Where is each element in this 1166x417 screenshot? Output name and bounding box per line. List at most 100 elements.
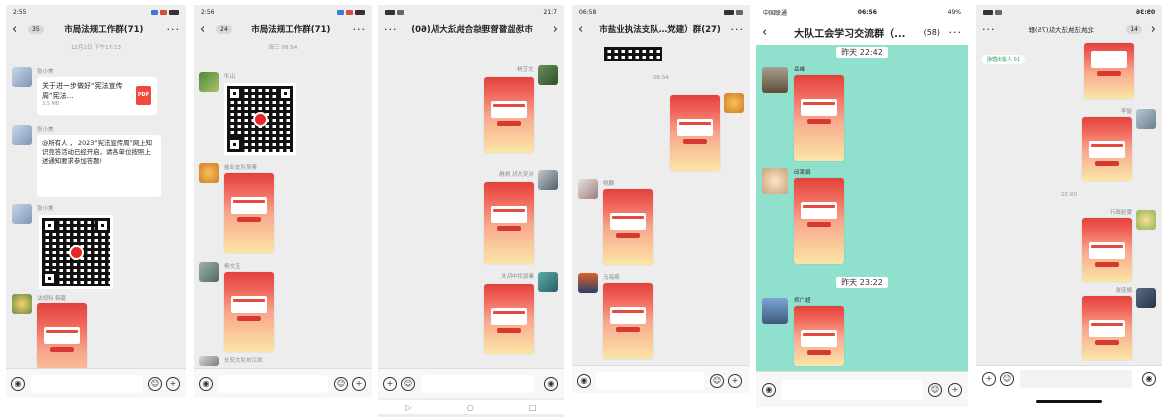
message-input[interactable]: [596, 372, 704, 390]
timestamp: 昨天 23:22: [836, 277, 888, 288]
plus-icon[interactable]: +: [982, 372, 996, 386]
back-arrow-icon[interactable]: ‹: [762, 25, 776, 40]
avatar[interactable]: [578, 179, 598, 199]
avatar[interactable]: [199, 356, 219, 366]
avatar[interactable]: [1136, 288, 1156, 308]
sender-name: 行政赵雯: [1109, 210, 1132, 216]
plus-icon[interactable]: +: [166, 377, 180, 391]
home-circle-icon[interactable]: ○: [467, 403, 474, 412]
emoji-icon[interactable]: ☺: [148, 377, 162, 391]
back-triangle-icon[interactable]: ▷: [406, 403, 412, 412]
avatar[interactable]: [199, 163, 219, 183]
back-arrow-icon[interactable]: ‹: [12, 22, 26, 37]
emoji-icon[interactable]: ☺: [401, 377, 415, 391]
plus-icon[interactable]: +: [728, 374, 742, 388]
chat-panel-2: 2:56 ‹ 24 市局法规工作群(71) ··· 周三 08:54 牛山 盐业…: [194, 5, 372, 398]
message-input[interactable]: [422, 375, 534, 393]
emoji-icon[interactable]: ☺: [928, 383, 942, 397]
sender-name: 邱莱娟: [794, 170, 811, 176]
sender-name: 张佳娟: [1115, 288, 1132, 294]
text-message[interactable]: @所有人 ， 2023“宪法宣传周”网上知识竞答活动已经开启，请各单位按照上述通…: [37, 135, 161, 197]
sender-name: 法规科 韩夏: [37, 296, 67, 302]
quiz-card-image[interactable]: [484, 284, 534, 354]
more-menu-icon[interactable]: ···: [728, 23, 744, 36]
more-menu-icon[interactable]: ···: [350, 23, 366, 36]
avatar[interactable]: [12, 125, 32, 145]
qr-code-image[interactable]: [604, 47, 662, 61]
avatar[interactable]: [762, 168, 788, 194]
voice-icon[interactable]: ◉: [577, 374, 591, 388]
more-menu-icon[interactable]: ···: [384, 23, 400, 36]
quiz-card-image[interactable]: [484, 77, 534, 153]
more-menu-icon[interactable]: ···: [946, 26, 962, 39]
quiz-card-image[interactable]: [224, 272, 274, 352]
quiz-card-image[interactable]: [670, 95, 720, 171]
back-arrow-icon[interactable]: ‹: [578, 22, 592, 37]
message-input[interactable]: [218, 375, 328, 393]
voice-icon[interactable]: ◉: [199, 377, 213, 391]
message-input[interactable]: [1020, 370, 1132, 388]
quiz-card-image[interactable]: [794, 306, 844, 366]
input-bar: ◉ ☺ +: [756, 371, 968, 407]
input-bar: + ☺ ◉: [378, 368, 564, 398]
quiz-card-image[interactable]: [484, 182, 534, 264]
avatar[interactable]: [724, 93, 744, 113]
voice-icon[interactable]: ◉: [544, 377, 558, 391]
voice-icon[interactable]: ◉: [1142, 372, 1156, 386]
voice-icon[interactable]: ◉: [762, 383, 776, 397]
quiz-card-image[interactable]: [1082, 296, 1132, 360]
sender-name: 马海燕: [603, 275, 620, 281]
emoji-icon[interactable]: ☺: [334, 377, 348, 391]
avatar[interactable]: [1136, 109, 1156, 129]
avatar[interactable]: [12, 67, 32, 87]
status-icons: [724, 9, 743, 15]
quiz-card-image[interactable]: [1082, 218, 1132, 282]
group-title: 市局法规工作群(71): [251, 25, 331, 35]
logo-icon: [253, 112, 268, 127]
message-input[interactable]: [31, 375, 143, 393]
sender-name: 牛山: [224, 74, 236, 80]
quiz-card-image[interactable]: [1082, 117, 1132, 181]
back-arrow-icon[interactable]: ›: [544, 22, 558, 37]
recent-square-icon[interactable]: □: [529, 403, 537, 412]
message-input[interactable]: [782, 380, 922, 400]
quiz-card-image[interactable]: [224, 173, 274, 253]
avatar[interactable]: [12, 294, 32, 314]
avatar[interactable]: [762, 67, 788, 93]
join-notice-tag[interactable]: 10 人退出群组: [982, 55, 1025, 64]
more-menu-icon[interactable]: ···: [164, 23, 180, 36]
quiz-card-image[interactable]: [794, 178, 844, 264]
avatar[interactable]: [199, 72, 219, 92]
plus-icon[interactable]: +: [352, 377, 366, 391]
back-arrow-icon[interactable]: ›: [1142, 22, 1156, 37]
avatar[interactable]: [12, 204, 32, 224]
voice-icon[interactable]: ◉: [11, 377, 25, 391]
unread-badge: 14: [1126, 24, 1142, 34]
avatar[interactable]: [762, 298, 788, 324]
plus-icon[interactable]: +: [948, 383, 962, 397]
qr-code-image[interactable]: [224, 83, 296, 155]
avatar[interactable]: [538, 272, 558, 292]
quiz-card-image[interactable]: [1084, 43, 1134, 99]
quiz-card-image[interactable]: [603, 283, 653, 359]
avatar[interactable]: [538, 65, 558, 85]
sender-name: 秦铭洪中队长: [500, 274, 534, 280]
chat-panel-5: 中国联通 06:56 49% ‹ 大队工会学习交流群（... (58) ··· …: [756, 5, 968, 407]
sender-name: 文艺林: [517, 67, 534, 73]
qr-code-image[interactable]: [39, 215, 113, 289]
quiz-card-image[interactable]: [794, 75, 844, 161]
avatar[interactable]: [538, 170, 558, 190]
back-arrow-icon[interactable]: ‹: [200, 22, 214, 37]
emoji-icon[interactable]: ☺: [710, 374, 724, 388]
chat-panel-4: 06:58 ‹ 市盐业执法支队…党建）群(27) ··· 06:54 桃麟 马海…: [572, 5, 750, 393]
avatar[interactable]: [578, 273, 598, 293]
plus-icon[interactable]: +: [383, 377, 397, 391]
emoji-icon[interactable]: ☺: [1000, 372, 1014, 386]
chat-header: ··· 市场监督管理综合执法大队(60) ›: [378, 17, 564, 41]
quiz-card-image[interactable]: [603, 189, 653, 265]
avatar[interactable]: [1136, 210, 1156, 230]
avatar[interactable]: [199, 262, 219, 282]
system-nav-bar: ▷ ○ □: [378, 400, 564, 414]
more-menu-icon[interactable]: ···: [982, 23, 998, 36]
file-message[interactable]: 关于进一步做好“宪法宣传周”宪法… 3.5 MB PDF: [37, 77, 157, 115]
